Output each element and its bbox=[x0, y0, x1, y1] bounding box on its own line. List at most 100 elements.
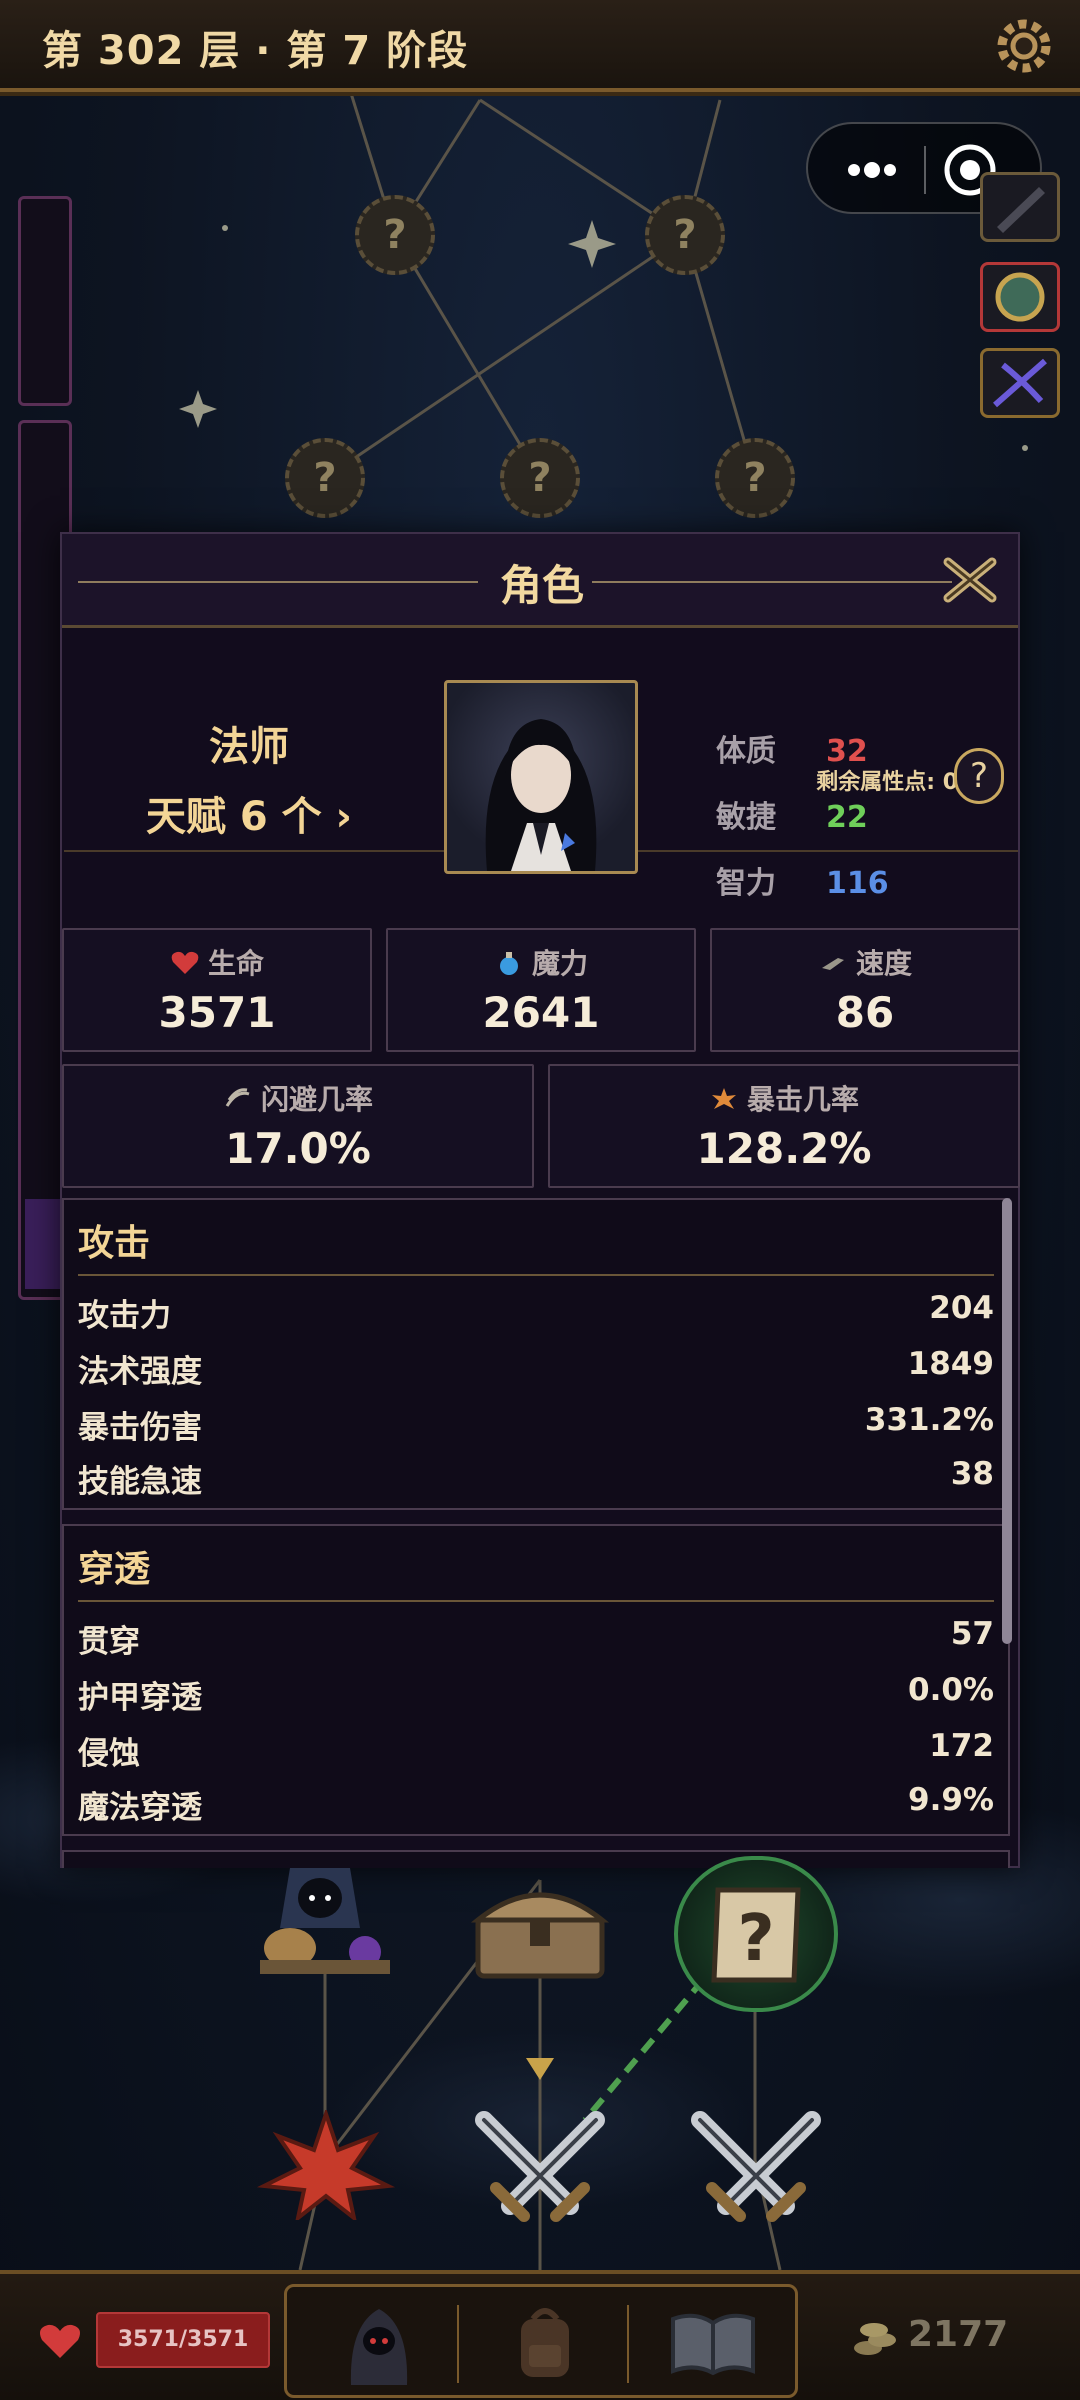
attribute-constitution: 体质 32 bbox=[716, 726, 868, 770]
stat-row-value: 331.2% bbox=[864, 1402, 994, 1438]
map-node-unknown[interactable]: ? bbox=[500, 438, 580, 518]
stat-label: 暴击几率 bbox=[550, 1078, 1018, 1118]
section-title: 穿透 bbox=[78, 1549, 151, 1590]
nav-character-button[interactable] bbox=[299, 2295, 459, 2391]
backpack-icon bbox=[521, 2308, 569, 2377]
equipped-item-slot[interactable] bbox=[980, 348, 1060, 418]
stat-row-key: 法术强度 bbox=[78, 1354, 202, 1390]
stat-row-key: 技能急速 bbox=[78, 1464, 202, 1500]
stat-mana: 魔力 2641 bbox=[386, 928, 696, 1052]
stat-label: 生命 bbox=[64, 942, 370, 982]
gold-coins-icon bbox=[854, 2323, 896, 2355]
section-penetration: 穿透 贯穿 57 护甲穿透 0.0% 侵蚀 172 魔法穿透 9.9% bbox=[62, 1524, 1010, 1836]
nav-inventory-button[interactable] bbox=[465, 2295, 625, 2391]
stat-row-value: 38 bbox=[950, 1456, 994, 1492]
stat-value: 2641 bbox=[482, 988, 600, 1037]
stat-label-text: 暴击几率 bbox=[746, 1083, 859, 1116]
gear-icon[interactable] bbox=[990, 12, 1058, 80]
close-icon[interactable] bbox=[940, 554, 1000, 606]
stat-row: 法术强度 1849 bbox=[78, 1346, 994, 1398]
battle-node-icon[interactable] bbox=[470, 2106, 610, 2226]
section-title: 攻击 bbox=[78, 1223, 151, 1264]
stat-label-text: 魔力 bbox=[531, 947, 588, 980]
rail-progress-fill bbox=[25, 1199, 65, 1289]
map-node-unknown[interactable]: ? bbox=[285, 438, 365, 518]
stat-row-value: 57 bbox=[950, 1616, 994, 1652]
help-button[interactable]: ? bbox=[954, 748, 1004, 804]
boot-wing-icon bbox=[821, 958, 844, 970]
nav-codex-button[interactable] bbox=[633, 2295, 793, 2391]
bottom-bar: 3571/3571 2177 bbox=[0, 2270, 1080, 2400]
panel-scrollbar[interactable] bbox=[1002, 1198, 1012, 1644]
stat-row-value: 0.0% bbox=[908, 1672, 994, 1708]
top-bar: 第 302 层 · 第 7 阶段 bbox=[0, 0, 1080, 92]
map-node-unknown[interactable]: ? bbox=[715, 438, 795, 518]
scroll-question-mark: ? bbox=[737, 1902, 774, 1976]
heart-icon bbox=[171, 951, 199, 974]
stat-row: 贯穿 57 bbox=[78, 1616, 994, 1668]
more-options-icon[interactable] bbox=[834, 148, 910, 192]
stat-health: 生命 3571 bbox=[62, 928, 372, 1052]
talent-link[interactable]: 天赋 6 个 › bbox=[64, 784, 434, 842]
blade-item-icon bbox=[997, 187, 1045, 233]
stat-value: 86 bbox=[835, 988, 895, 1037]
section-attack: 攻击 攻击力 204 法术强度 1849 暴击伤害 331.2% 技能急速 38 bbox=[62, 1198, 1010, 1510]
class-name: 法师 bbox=[209, 724, 289, 770]
stat-row-key: 攻击力 bbox=[78, 1298, 171, 1334]
merchant-node-icon[interactable] bbox=[250, 1868, 400, 1978]
attribute-name: 智力 bbox=[716, 866, 776, 901]
map-node-unknown[interactable]: ? bbox=[355, 195, 435, 275]
stat-value: 3571 bbox=[158, 988, 276, 1037]
gold-amount: 2177 bbox=[908, 2314, 1009, 2355]
current-position-marker-icon bbox=[526, 2058, 554, 2080]
stat-value: 128.2% bbox=[696, 1124, 872, 1173]
stat-row: 魔法穿透 9.9% bbox=[78, 1782, 994, 1834]
stat-label-text: 生命 bbox=[207, 947, 264, 980]
event-node-current[interactable]: ? bbox=[674, 1856, 838, 2012]
panel-header: 角色 bbox=[62, 534, 1018, 628]
scrollbar-thumb[interactable] bbox=[1002, 1198, 1012, 1644]
amulet-item-icon bbox=[995, 272, 1045, 322]
stat-label: 魔力 bbox=[388, 942, 694, 982]
map-node-unknown[interactable]: ? bbox=[645, 195, 725, 275]
section-next-peek bbox=[62, 1850, 1010, 1868]
stat-row-key: 侵蚀 bbox=[78, 1736, 140, 1772]
stat-row-key: 贯穿 bbox=[78, 1624, 140, 1660]
battle-node-icon[interactable] bbox=[686, 2106, 826, 2226]
mage-portrait-icon bbox=[485, 719, 597, 871]
stat-crit: 暴击几率 128.2% bbox=[548, 1064, 1020, 1188]
character-panel: 角色 法师 天赋 6 个 › 剩余属性点: 0 ? 体质 32 敏捷 22 智力 11… bbox=[60, 532, 1020, 1868]
treasure-chest-icon[interactable] bbox=[470, 1884, 610, 1980]
attribute-value: 22 bbox=[826, 800, 868, 835]
nav-separator bbox=[627, 2305, 629, 2383]
magic-bow-item-icon bbox=[993, 358, 1047, 408]
stat-label: 速度 bbox=[712, 942, 1018, 982]
scroll-question-icon: ? bbox=[711, 1887, 801, 1983]
nav-separator bbox=[457, 2305, 459, 2383]
attribute-intelligence: 智力 116 bbox=[716, 858, 889, 902]
stat-label-text: 闪避几率 bbox=[260, 1083, 373, 1116]
attribute-agility: 敏捷 22 bbox=[716, 792, 868, 836]
stat-row-key: 护甲穿透 bbox=[78, 1680, 202, 1716]
stat-row: 护甲穿透 0.0% bbox=[78, 1672, 994, 1724]
stat-row-value: 204 bbox=[929, 1290, 994, 1326]
equipped-item-slot[interactable] bbox=[980, 262, 1060, 332]
section-rule bbox=[78, 1600, 994, 1602]
stat-row: 暴击伤害 331.2% bbox=[78, 1402, 994, 1454]
floor-progress-rail bbox=[18, 196, 72, 406]
section-rule bbox=[78, 1274, 994, 1276]
book-icon bbox=[671, 2313, 755, 2376]
hooded-hero-icon bbox=[350, 2309, 408, 2385]
attribute-value: 32 bbox=[826, 734, 868, 769]
equipped-item-slot[interactable] bbox=[980, 172, 1060, 242]
heart-icon bbox=[40, 2324, 80, 2358]
capsule-divider bbox=[924, 146, 926, 194]
stat-row: 攻击力 204 bbox=[78, 1290, 994, 1342]
floor-stage-title: 第 302 层 · 第 7 阶段 bbox=[42, 28, 469, 74]
elite-battle-node-icon[interactable] bbox=[256, 2110, 396, 2220]
stat-row-value: 9.9% bbox=[908, 1782, 994, 1818]
stat-row-value: 172 bbox=[929, 1728, 994, 1764]
dodge-icon bbox=[225, 1088, 250, 1107]
stat-label: 闪避几率 bbox=[64, 1078, 532, 1118]
stat-row-key: 暴击伤害 bbox=[78, 1410, 202, 1446]
